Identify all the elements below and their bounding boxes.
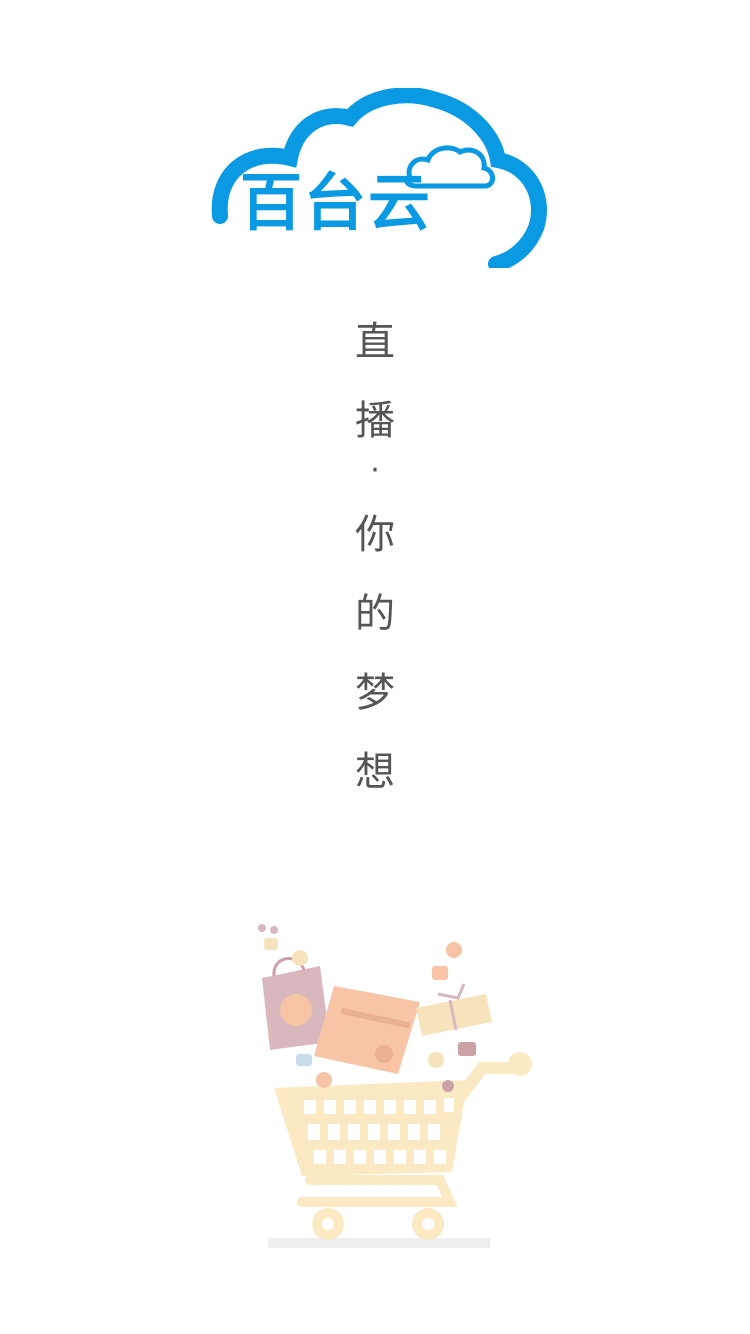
slogan-char: 你 (355, 512, 395, 558)
slogan-char: 的 (355, 591, 395, 637)
slogan-char: 想 (355, 749, 395, 795)
slogan-separator: · (370, 453, 380, 488)
shopping-illustration (250, 918, 550, 1258)
brand-logo: 百台云 (210, 88, 550, 268)
shopping-cart-icon (258, 924, 532, 1248)
slogan-vertical: 直 播 · 你 的 梦 想 (325, 322, 425, 831)
slogan-char: 直 (355, 319, 395, 365)
slogan-char: 播 (355, 398, 395, 444)
slogan-char: 梦 (355, 670, 395, 716)
brand-name: 百台云 (240, 166, 433, 239)
